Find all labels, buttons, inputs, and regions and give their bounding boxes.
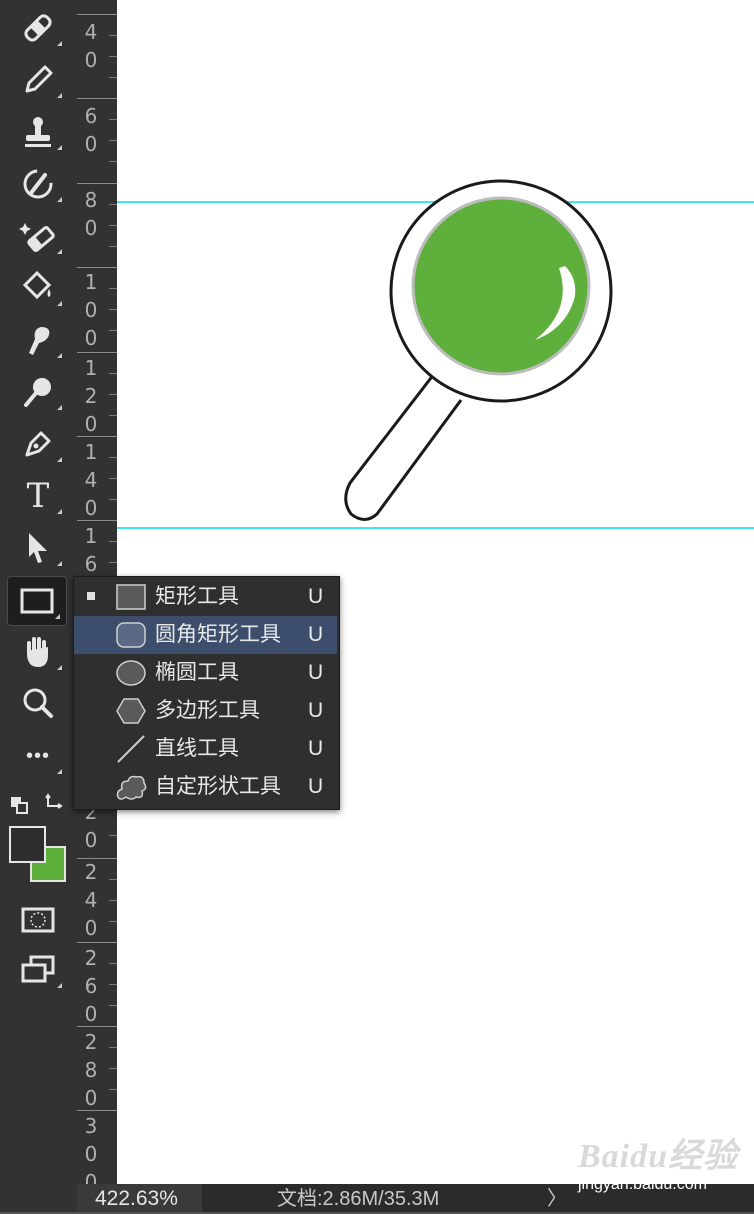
menu-item-ellipse-tool[interactable]: 椭圆工具 U bbox=[74, 654, 337, 692]
menu-item-rectangle-tool[interactable]: 矩形工具 U bbox=[74, 578, 337, 616]
baidu-jingyan-watermark: Baidu经验 jingyan.baidu.com bbox=[578, 1128, 748, 1198]
eraser-icon bbox=[19, 223, 55, 252]
selected-indicator bbox=[87, 592, 95, 600]
menu-item-rounded-rectangle-tool[interactable]: 圆角矩形工具 U bbox=[74, 616, 337, 654]
smudge-icon bbox=[29, 327, 50, 355]
quick-mask-button[interactable] bbox=[8, 896, 68, 944]
ruler-label: 2 6 0 bbox=[84, 946, 98, 1026]
status-menu-arrow[interactable]: 〉 bbox=[547, 1184, 567, 1214]
tools-panel: T ••• bbox=[0, 0, 78, 1212]
rounded-rectangle-icon bbox=[116, 622, 146, 648]
foreground-color-swatch[interactable] bbox=[9, 826, 46, 863]
hand-icon bbox=[27, 637, 48, 667]
clone-stamp-tool[interactable] bbox=[8, 108, 68, 156]
watermark-url: jingyan.baidu.com bbox=[578, 1176, 707, 1193]
screen-mode-icon bbox=[21, 955, 55, 983]
menu-item-custom-shape-tool[interactable]: 自定形状工具 U bbox=[74, 768, 337, 806]
pencil-icon bbox=[25, 65, 53, 93]
rectangle-tool[interactable] bbox=[7, 576, 67, 626]
hand-tool[interactable] bbox=[8, 628, 68, 676]
path-selection-tool[interactable] bbox=[8, 524, 68, 572]
rectangle-icon bbox=[20, 588, 54, 614]
zoom-tool[interactable] bbox=[8, 680, 68, 728]
ruler-label: 6 0 bbox=[84, 104, 98, 156]
quick-mask-icon bbox=[21, 907, 55, 933]
magnifier-artwork bbox=[344, 179, 613, 521]
pen-icon bbox=[25, 431, 51, 457]
smudge-tool[interactable] bbox=[8, 316, 68, 364]
screen-mode-button[interactable] bbox=[8, 946, 68, 994]
ellipsis-icon: ••• bbox=[25, 744, 50, 767]
ruler-label: 4 0 bbox=[84, 20, 98, 72]
stamp-icon bbox=[25, 117, 51, 147]
ruler-label: 2 4 0 bbox=[84, 860, 98, 940]
paint-bucket-icon bbox=[22, 270, 52, 300]
default-colors-icon[interactable] bbox=[8, 794, 32, 818]
ruler-label: 1 4 0 bbox=[84, 440, 98, 520]
history-brush-tool[interactable] bbox=[8, 160, 68, 208]
history-brush-icon bbox=[23, 169, 53, 199]
type-icon: T bbox=[26, 476, 50, 516]
eraser-tool[interactable] bbox=[8, 212, 68, 260]
dodge-icon bbox=[24, 378, 51, 407]
document-info: 文档:2.86M/35.3M bbox=[277, 1188, 440, 1210]
shape-tools-flyout-menu: 矩形工具 U 圆角矩形工具 U 椭圆工具 U 多边形工具 U 直线工具 U 自定… bbox=[73, 576, 340, 810]
ruler-label: 2 8 0 bbox=[84, 1030, 98, 1110]
menu-item-polygon-tool[interactable]: 多边形工具 U bbox=[74, 692, 337, 730]
ruler-label: 1 0 0 bbox=[84, 270, 98, 350]
dodge-tool[interactable] bbox=[8, 368, 68, 416]
watermark-brand: Baidu经验 bbox=[578, 1138, 739, 1175]
rectangle-shape-icon bbox=[116, 584, 146, 610]
paint-bucket-tool[interactable] bbox=[8, 264, 68, 312]
line-icon bbox=[117, 735, 145, 763]
bandage-icon bbox=[24, 14, 52, 42]
swap-colors-icon[interactable] bbox=[42, 792, 66, 816]
type-tool[interactable]: T bbox=[8, 472, 68, 520]
edit-toolbar[interactable]: ••• bbox=[8, 732, 68, 780]
magnifier-icon bbox=[23, 688, 53, 718]
ruler-label: 8 0 bbox=[84, 188, 98, 240]
zoom-level-field[interactable]: 422.63% bbox=[77, 1184, 202, 1212]
menu-item-line-tool[interactable]: 直线工具 U bbox=[74, 730, 337, 768]
pen-tool[interactable] bbox=[8, 420, 68, 468]
ellipse-icon bbox=[116, 660, 146, 686]
brush-tool[interactable] bbox=[8, 56, 68, 104]
custom-shape-icon bbox=[116, 775, 147, 800]
spot-healing-brush-tool[interactable] bbox=[8, 4, 68, 52]
polygon-icon bbox=[116, 698, 146, 724]
arrow-icon bbox=[29, 533, 47, 563]
ruler-label: 1 2 0 bbox=[84, 356, 98, 436]
ruler-label: 1 6 bbox=[84, 524, 98, 576]
